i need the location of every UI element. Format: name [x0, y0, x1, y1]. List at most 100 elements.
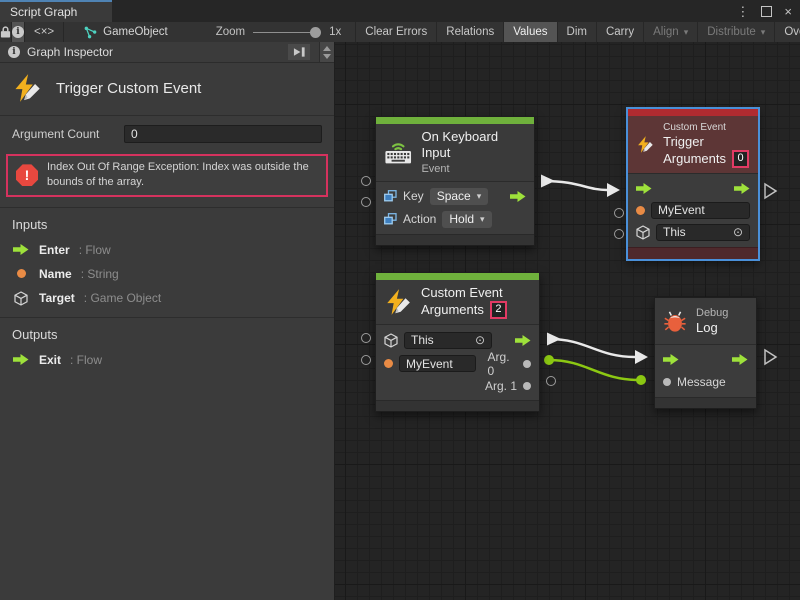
key-input-port[interactable]	[361, 176, 371, 186]
node-trigger-custom-event[interactable]: Custom Event Trigger Arguments 0	[627, 108, 759, 260]
flow-out-port[interactable]	[734, 183, 750, 194]
panel-scroll-spinner[interactable]	[319, 42, 334, 62]
flow-in-port[interactable]	[636, 183, 652, 194]
tab-script-graph[interactable]: Script Graph	[0, 0, 112, 22]
dock-panel-button[interactable]	[288, 44, 310, 60]
tab-title: Script Graph	[10, 5, 77, 19]
carry-button[interactable]: Carry	[597, 22, 644, 42]
button-label: Carry	[606, 26, 634, 38]
dim-button[interactable]: Dim	[558, 22, 597, 42]
value-wire-end-dot	[636, 375, 646, 385]
node-header: Custom Event Arguments 2	[376, 280, 539, 325]
flow-out-port[interactable]	[510, 191, 526, 202]
argument-count-label: Argument Count	[12, 127, 99, 141]
gameobject-reference[interactable]: GameObject	[64, 22, 186, 42]
inspector-toggle-button[interactable]: i	[12, 22, 25, 42]
arguments-name-input-port[interactable]	[361, 355, 371, 365]
info-icon: i	[8, 46, 20, 58]
event-name-field[interactable]: MyEvent	[399, 355, 476, 372]
button-label: Clear Errors	[365, 26, 427, 38]
key-row: Key Space ▾	[376, 185, 534, 208]
lock-icon	[0, 25, 11, 39]
flow-arrow-icon	[13, 244, 29, 255]
node-on-keyboard-input[interactable]: On Keyboard Input Event Key Space ▾	[375, 116, 535, 246]
object-picker-icon[interactable]: ⊙	[733, 226, 743, 238]
graph-canvas[interactable]: On Keyboard Input Event Key Space ▾	[335, 42, 800, 600]
graph-toolbar: i <×> GameObject Zoom 1x Clear Errors Re…	[0, 22, 800, 43]
enum-port-icon	[384, 213, 397, 225]
clear-errors-button[interactable]: Clear Errors	[355, 22, 437, 42]
scroll-up-icon[interactable]	[323, 46, 331, 51]
port-name: Enter	[39, 243, 70, 257]
custom-event-icon	[636, 131, 654, 158]
action-dropdown[interactable]: Hold ▾	[442, 211, 491, 228]
argument-count-field[interactable]: 0	[124, 125, 322, 143]
more-icon[interactable]: ⋮	[736, 5, 749, 18]
target-field[interactable]: This ⊙	[656, 224, 750, 241]
lock-button[interactable]	[0, 22, 12, 42]
arg0-port[interactable]	[523, 360, 531, 368]
event-name-row: MyEvent Arg. 0	[376, 352, 539, 375]
arguments-target-input-port[interactable]	[361, 333, 371, 343]
node-custom-event-arguments[interactable]: Custom Event Arguments 2 This ⊙	[375, 272, 540, 412]
message-row: Message	[655, 370, 756, 394]
flow-wire	[543, 181, 607, 190]
input-row-enter: Enter : Flow	[0, 238, 334, 262]
dock-icon	[293, 46, 306, 58]
enum-port-icon	[384, 190, 397, 202]
button-label: Values	[513, 26, 547, 38]
node-subtitle: Event	[421, 162, 525, 176]
output-row-exit: Exit : Flow	[0, 348, 334, 372]
trigger-target-input-port[interactable]	[614, 229, 624, 239]
gameobject-cube-icon[interactable]	[636, 225, 650, 240]
code-view-button[interactable]: <×>	[25, 22, 64, 42]
align-button[interactable]: Align▾	[644, 22, 698, 42]
event-name-field[interactable]: MyEvent	[651, 202, 750, 219]
action-input-port[interactable]	[361, 197, 371, 207]
argument-count-badge[interactable]: 2	[490, 301, 507, 319]
target-field[interactable]: This ⊙	[404, 332, 492, 349]
object-picker-icon[interactable]: ⊙	[475, 334, 485, 346]
flow-continuation-icon	[765, 184, 776, 198]
chevron-down-icon: ▾	[761, 27, 766, 38]
flow-continuation-icon	[765, 350, 776, 364]
node-title-line1: Custom Event	[421, 285, 507, 301]
key-dropdown[interactable]: Space ▾	[430, 188, 489, 205]
arg1-output-port[interactable]	[546, 376, 556, 386]
wire-start-arrow	[541, 175, 555, 188]
node-debug-log[interactable]: Debug Log Message	[654, 297, 757, 409]
argument-count-value: 0	[131, 127, 138, 141]
flow-in-port[interactable]	[663, 354, 679, 365]
value-wire-start-dot	[544, 355, 554, 365]
chevron-down-icon: ▾	[480, 214, 485, 225]
graph-inspector-panel: i Graph Inspector Trigger Custom Event A…	[0, 42, 335, 600]
chevron-down-icon: ▾	[477, 191, 482, 202]
overview-button[interactable]: Overview	[775, 22, 800, 42]
gameobject-cube-icon[interactable]	[384, 333, 398, 348]
unity-visual-scripting-window: Script Graph ⋮ × i <×> GameObject Zoom 1…	[0, 0, 800, 600]
node-title: On Keyboard Input	[421, 129, 525, 162]
string-port-icon[interactable]	[384, 359, 393, 368]
argument-count-badge[interactable]: 0	[732, 150, 749, 168]
argument-count-row: Argument Count 0	[0, 116, 334, 152]
trigger-name-input-port[interactable]	[614, 208, 624, 218]
unit-title-block: Trigger Custom Event	[0, 63, 334, 116]
zoom-slider-handle[interactable]	[310, 27, 321, 38]
scroll-down-icon[interactable]	[323, 54, 331, 59]
arg1-row: Arg. 1	[376, 375, 539, 397]
string-port-icon[interactable]	[636, 206, 645, 215]
close-icon[interactable]: ×	[784, 5, 792, 18]
graph-inspector-title: Graph Inspector	[27, 45, 113, 59]
message-port[interactable]	[663, 378, 671, 386]
button-label: Distribute	[707, 26, 756, 38]
maximize-icon[interactable]	[761, 6, 772, 17]
error-message-box: ! Index Out Of Range Exception: Index wa…	[6, 154, 328, 197]
zoom-slider[interactable]	[253, 32, 321, 33]
flow-out-port[interactable]	[515, 335, 531, 346]
distribute-button[interactable]: Distribute ▾	[698, 22, 775, 42]
relations-button[interactable]: Relations	[437, 22, 504, 42]
port-type: : Flow	[79, 243, 111, 257]
flow-out-port[interactable]	[732, 354, 748, 365]
values-button[interactable]: Values	[504, 22, 557, 42]
arg1-port[interactable]	[523, 382, 531, 390]
